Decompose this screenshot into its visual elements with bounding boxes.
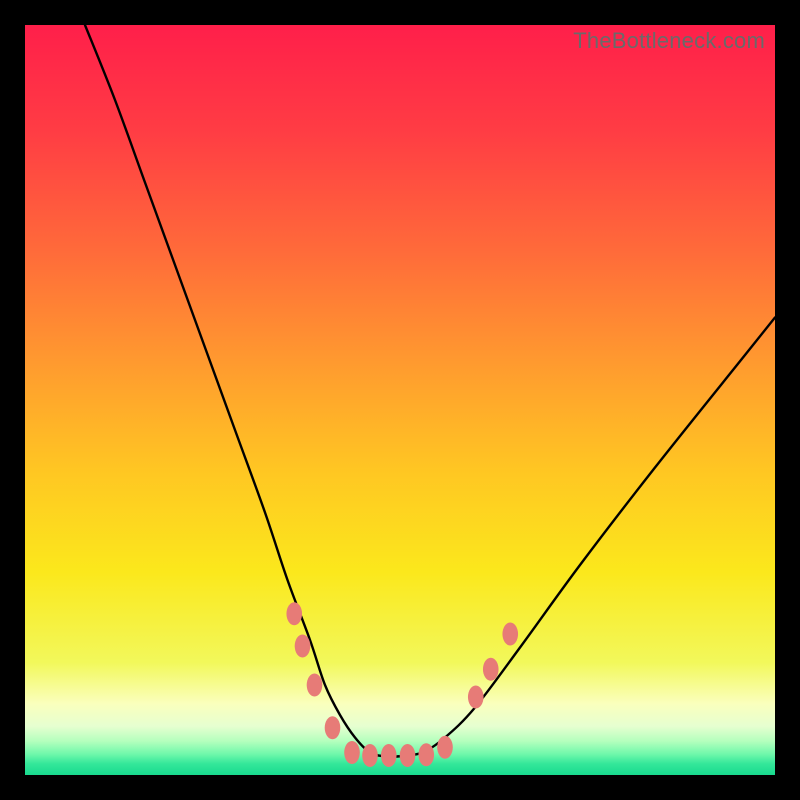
curve-marker [325,716,341,739]
curve-marker [362,744,378,767]
curve-marker [286,602,302,625]
curve-marker [295,635,311,658]
curve-marker [483,658,499,681]
curve-marker [468,686,484,709]
curve-marker [381,744,397,767]
watermark-text: TheBottleneck.com [573,28,765,54]
curve-marker [344,741,360,764]
markers-group [286,602,518,767]
bottleneck-curve [85,25,775,757]
curve-marker [418,743,434,766]
curve-marker [307,674,323,697]
curve-marker [437,736,453,759]
chart-frame: TheBottleneck.com [0,0,800,800]
curve-marker [502,623,518,646]
plot-area: TheBottleneck.com [25,25,775,775]
curve-marker [400,744,416,767]
curve-layer [25,25,775,775]
